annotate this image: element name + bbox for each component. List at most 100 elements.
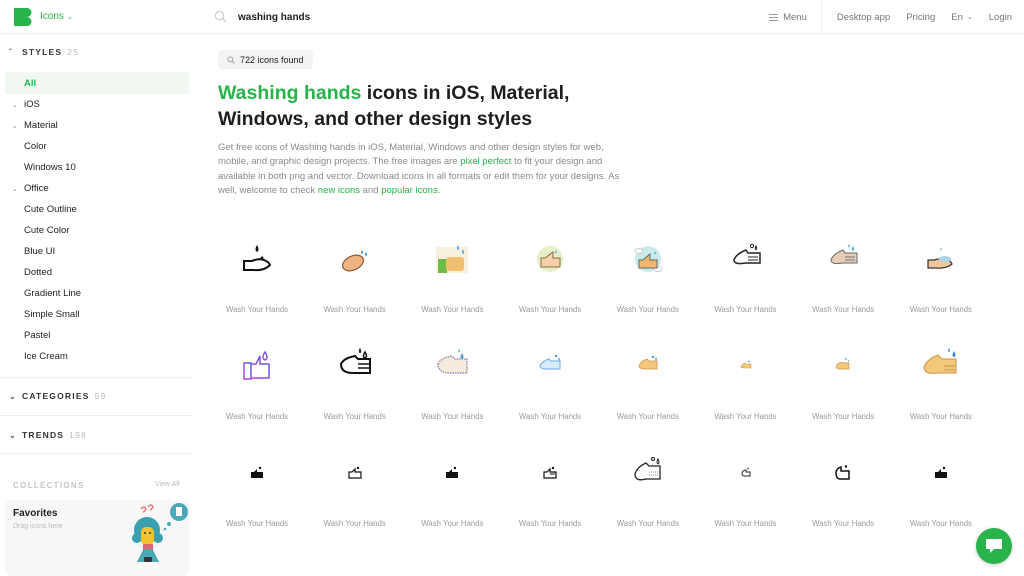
language-dropdown[interactable]: En ⌄ [943,12,981,23]
chat-bubble-icon [986,539,1002,553]
description-text: . [437,185,441,197]
styles-section-toggle[interactable]: ˆ STYLES 25 [9,47,79,57]
wash-hands-icon [818,448,868,498]
icon-label: Wash Your Hands [225,305,289,314]
icon-card[interactable]: Wash Your Hands [599,333,697,440]
icon-card[interactable]: Wash Your Hands [892,440,990,547]
icon-card[interactable]: Wash Your Hands [794,440,892,547]
favorites-collection-card[interactable]: Favorites Drag icons here [5,500,189,576]
new-icons-link[interactable]: new icons [318,185,360,196]
icon-card[interactable]: Wash Your Hands [208,226,306,333]
icon-label: Wash Your Hands [909,412,972,421]
style-item-gradient-line[interactable]: Gradient Line [5,283,189,304]
icon-card[interactable]: Wash Your Hands [892,226,990,333]
chevron-down-icon: ⌄ [12,122,18,130]
icon-card[interactable]: Wash Your Hands [794,333,892,440]
wash-hands-icon [916,448,966,498]
pricing-link[interactable]: Pricing [898,12,943,23]
icon-card[interactable]: Wash Your Hands [501,333,599,440]
icon-card[interactable]: Wash Your Hands [599,226,697,333]
view-all-link[interactable]: View All [155,481,179,488]
style-item-ice-cream[interactable]: Ice Cream [5,346,189,367]
menu-button[interactable]: Menu [769,0,822,34]
trends-label: TRENDS [22,430,65,440]
chat-button[interactable] [976,528,1012,564]
style-item-label: Cute Outline [24,204,77,215]
page-title-highlight: Washing hands [218,82,362,104]
icons8-logo[interactable] [14,8,34,26]
icon-label: Wash Your Hands [714,305,777,314]
brand-dropdown[interactable]: Icons ⌄ [40,11,73,22]
results-count: 722 icons found [240,54,304,65]
icon-card[interactable]: Wash Your Hands [501,440,599,547]
search-icon [227,56,235,64]
categories-section-toggle[interactable]: ⌄ CATEGORIES 59 [9,391,106,401]
wash-hands-icon [330,341,380,391]
icon-label: Wash Your Hands [812,305,875,314]
login-link[interactable]: Login [981,12,1024,23]
wash-hands-icon [721,341,771,391]
style-item-all[interactable]: All [5,72,189,94]
style-item-ios[interactable]: ⌄ iOS [5,94,189,115]
style-item-label: Dotted [24,267,52,278]
style-item-material[interactable]: ⌄ Material [5,115,189,136]
style-item-label: Windows 10 [24,162,76,173]
icon-card[interactable]: Wash Your Hands [892,333,990,440]
style-item-cute-color[interactable]: Cute Color [5,220,189,241]
icon-label: Wash Your Hands [519,305,582,314]
pixel-perfect-link[interactable]: pixel perfect [460,156,511,167]
style-item-blue-ui[interactable]: Blue UI [5,241,189,262]
chevron-down-icon: ⌄ [9,430,17,440]
style-item-label: Pastel [24,330,51,341]
wash-hands-icon [721,234,771,284]
icon-label: Wash Your Hands [225,519,289,528]
icon-label: Wash Your Hands [421,305,484,314]
icon-card[interactable]: Wash Your Hands [403,440,501,547]
icon-card[interactable]: Wash Your Hands [599,440,697,547]
search-input[interactable] [238,8,718,26]
menu-label: Menu [783,11,807,23]
icon-label: Wash Your Hands [225,412,289,421]
icon-card[interactable]: Wash Your Hands [403,226,501,333]
style-item-dotted[interactable]: Dotted [5,262,189,283]
icon-label: Wash Your Hands [519,412,582,421]
wash-hands-icon [623,341,673,391]
wash-hands-icon [916,341,966,391]
icon-card[interactable]: Wash Your Hands [697,440,795,547]
icon-card[interactable]: Wash Your Hands [697,226,795,333]
trends-section-toggle[interactable]: ⌄ TRENDS 198 [9,430,87,440]
icon-label: Wash Your Hands [323,412,386,421]
wash-hands-icon [427,234,477,284]
chevron-down-icon: ⌄ [966,14,973,21]
icon-label: Wash Your Hands [519,519,582,528]
style-item-label: Cute Color [24,225,70,236]
style-item-color[interactable]: Color [5,136,189,157]
style-item-cute-outline[interactable]: Cute Outline [5,199,189,220]
icon-card[interactable]: Wash Your Hands [208,440,306,547]
style-item-simple-small[interactable]: Simple Small [5,304,189,325]
icon-card[interactable]: Wash Your Hands [501,226,599,333]
desktop-app-link[interactable]: Desktop app [822,12,898,23]
icon-label: Wash Your Hands [714,412,777,421]
favorites-title: Favorites [13,508,58,519]
wash-hands-icon [721,448,771,498]
icon-card[interactable]: Wash Your Hands [794,226,892,333]
style-item-label: Gradient Line [24,288,82,299]
popular-icons-link[interactable]: popular icons [381,185,438,196]
style-item-label: iOS [24,99,40,110]
wash-hands-icon [330,234,380,284]
wash-hands-icon [818,234,868,284]
icon-card[interactable]: Wash Your Hands [208,333,306,440]
icon-card[interactable]: Wash Your Hands [306,440,404,547]
style-item-office[interactable]: ⌄ Office [5,178,189,199]
icon-card[interactable]: Wash Your Hands [403,333,501,440]
styles-label: STYLES [22,47,63,57]
icon-label: Wash Your Hands [909,519,972,528]
icon-card[interactable]: Wash Your Hands [306,226,404,333]
style-item-pastel[interactable]: Pastel [5,325,189,346]
icon-card[interactable]: Wash Your Hands [306,333,404,440]
wash-hands-icon [427,341,477,391]
top-bar: Icons ⌄ Menu Desktop app Pricing En ⌄ Lo… [0,0,1024,34]
icon-card[interactable]: Wash Your Hands [697,333,795,440]
style-item-windows-10[interactable]: Windows 10 [5,157,189,178]
